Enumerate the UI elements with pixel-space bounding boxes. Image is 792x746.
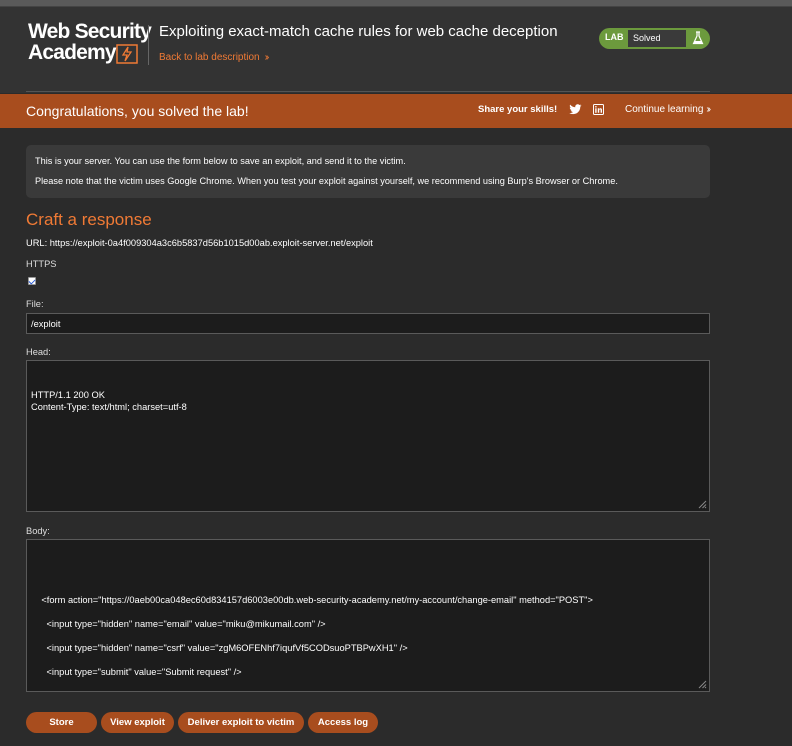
twitter-icon[interactable] bbox=[569, 104, 582, 115]
back-to-lab-description-link[interactable]: Back to lab description ›› bbox=[159, 52, 269, 63]
exploit-url: URL: https://exploit-0a4f009304a3c6b5837… bbox=[26, 238, 373, 248]
https-label: HTTPS bbox=[26, 259, 57, 269]
resize-handle-icon[interactable] bbox=[698, 680, 707, 689]
status-badge: Solved bbox=[628, 30, 686, 47]
double-chevron-right-icon: ›› bbox=[264, 52, 269, 63]
access-log-button[interactable]: Access log bbox=[308, 712, 378, 733]
lab-title: Exploiting exact-match cache rules for w… bbox=[159, 23, 558, 40]
deliver-exploit-button[interactable]: Deliver exploit to victim bbox=[178, 712, 304, 733]
head-textarea[interactable]: HTTP/1.1 200 OK Content-Type: text/html;… bbox=[26, 360, 710, 512]
web-security-academy-logo[interactable]: Web Security Academy bbox=[26, 20, 152, 73]
logo-divider bbox=[148, 25, 149, 65]
notice-line1: This is your server. You can use the for… bbox=[35, 156, 406, 166]
notice-line2: Please note that the victim uses Google … bbox=[35, 176, 618, 186]
back-link-label: Back to lab description bbox=[159, 52, 260, 63]
window-top-strip bbox=[0, 0, 792, 7]
lightning-icon bbox=[116, 44, 138, 64]
view-exploit-button[interactable]: View exploit bbox=[101, 712, 174, 733]
head-textarea-content: HTTP/1.1 200 OK Content-Type: text/html;… bbox=[31, 390, 187, 412]
header-divider bbox=[26, 91, 710, 92]
flask-icon bbox=[692, 31, 704, 45]
lab-badge: LAB bbox=[605, 32, 624, 42]
body-textarea-content: <form action="https://0aeb00ca048ec60d83… bbox=[41, 595, 593, 677]
double-chevron-right-icon: ›› bbox=[706, 104, 710, 115]
congratulations-message: Congratulations, you solved the lab! bbox=[26, 103, 249, 119]
body-textarea[interactable]: <form action="https://0aeb00ca048ec60d83… bbox=[26, 539, 710, 692]
continue-learning-label: Continue learning bbox=[625, 104, 704, 115]
lab-header: Web Security Academy Exploiting exact-ma… bbox=[0, 7, 792, 93]
solved-banner: Congratulations, you solved the lab! Sha… bbox=[0, 94, 792, 128]
lab-status-widget: LAB Solved bbox=[599, 28, 710, 49]
logo-line1: Web Security bbox=[28, 20, 152, 43]
craft-response-title: Craft a response bbox=[26, 210, 152, 229]
store-button[interactable]: Store bbox=[26, 712, 97, 733]
body-label: Body: bbox=[26, 526, 50, 536]
https-checkbox[interactable] bbox=[28, 277, 36, 285]
continue-learning-link[interactable]: Continue learning ›› bbox=[625, 104, 711, 115]
logo-line2: Academy bbox=[28, 41, 117, 64]
server-notice: This is your server. You can use the for… bbox=[26, 145, 710, 198]
linkedin-icon[interactable] bbox=[593, 104, 604, 115]
file-label: File: bbox=[26, 299, 44, 309]
head-label: Head: bbox=[26, 347, 51, 357]
file-input[interactable]: /exploit bbox=[26, 313, 710, 334]
resize-handle-icon[interactable] bbox=[698, 500, 707, 509]
share-skills-label: Share your skills! bbox=[478, 104, 558, 115]
